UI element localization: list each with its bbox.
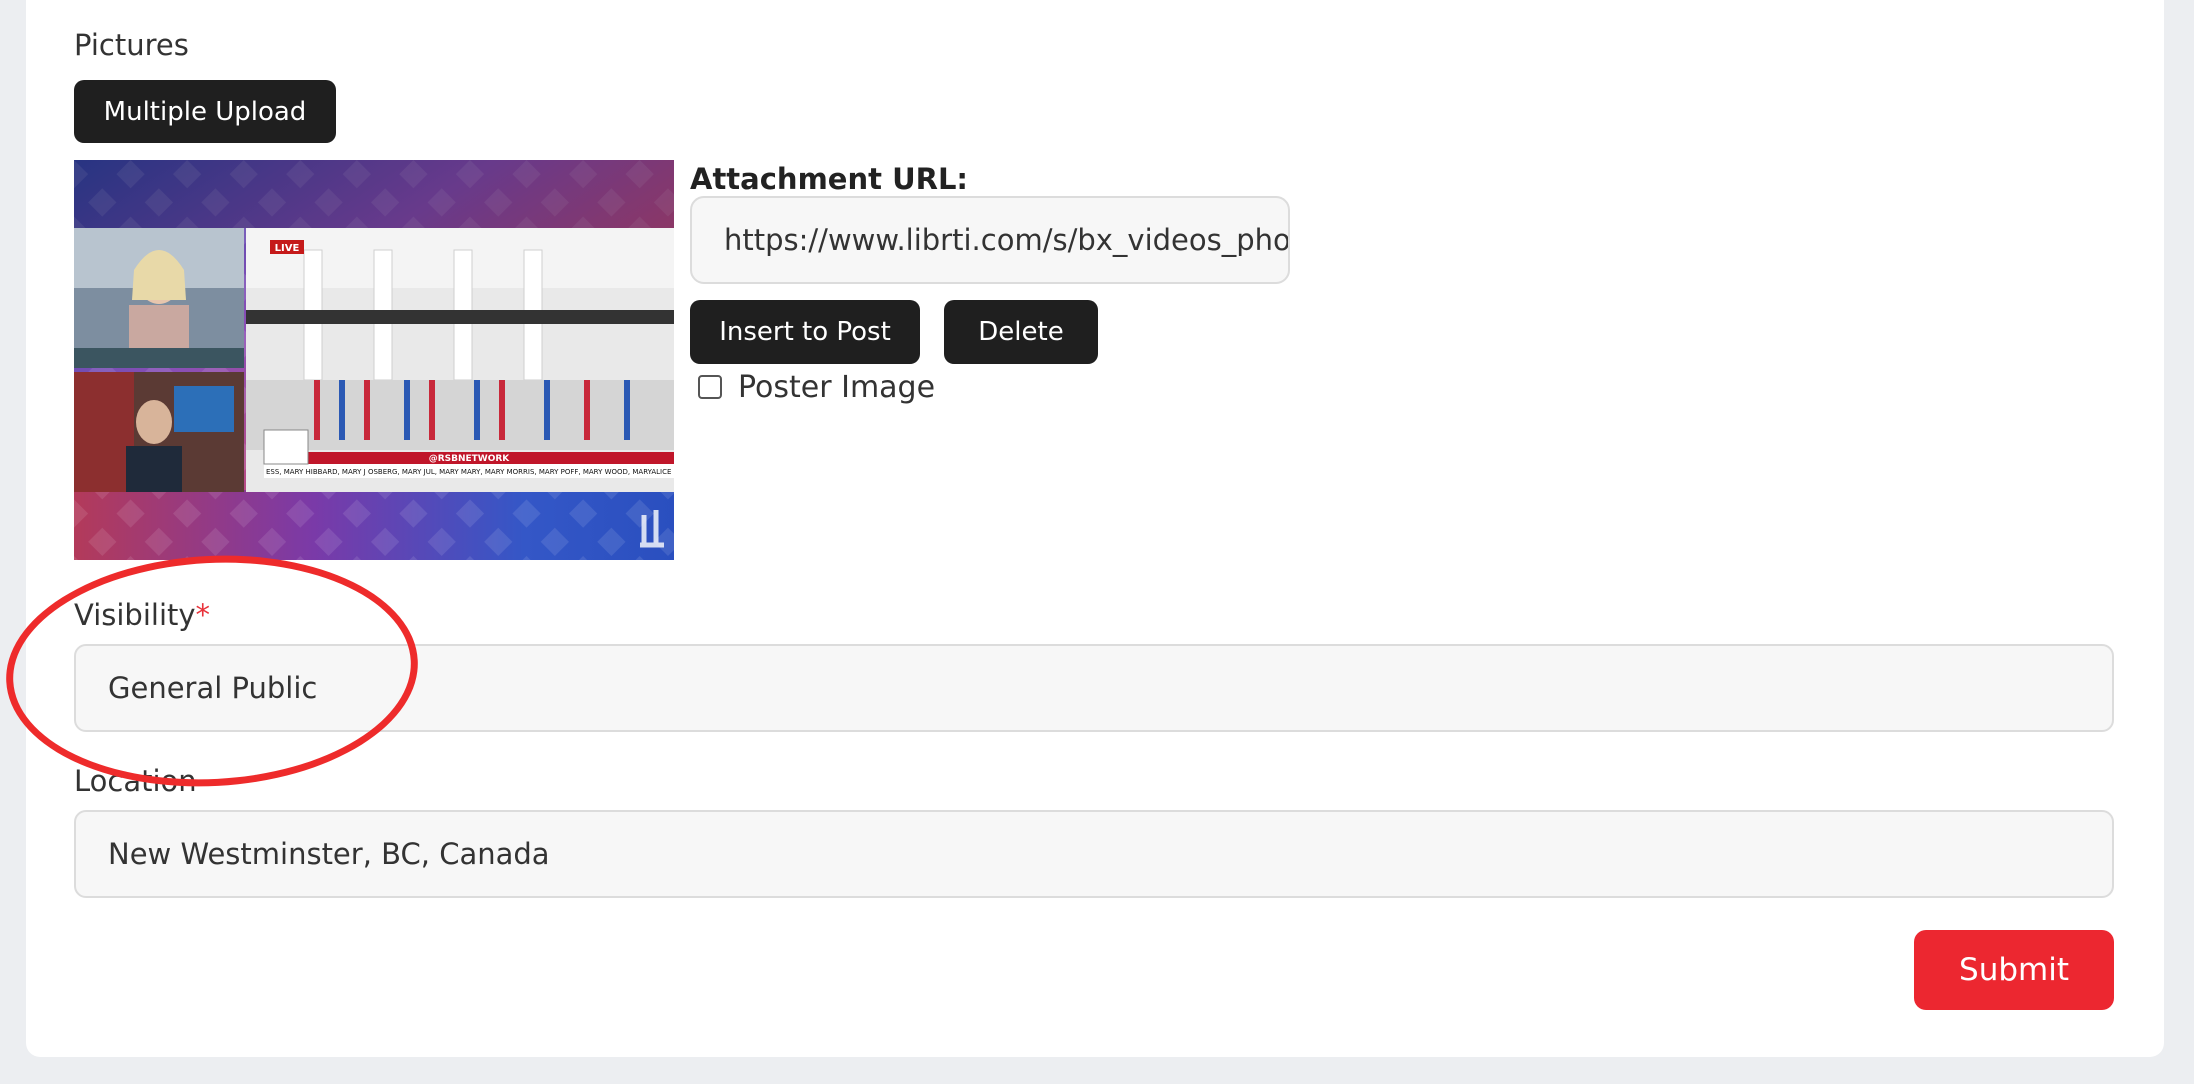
multiple-upload-button[interactable]: Multiple Upload [74,80,336,143]
delete-button[interactable]: Delete [944,300,1098,364]
poster-image-checkbox[interactable] [698,375,722,399]
attachment-url-field[interactable]: https://www.librti.com/s/bx_videos_photo [690,196,1290,284]
required-mark: * [195,598,211,632]
location-field[interactable]: New Westminster, BC, Canada [74,810,2114,898]
submit-button[interactable]: Submit [1914,930,2114,1010]
visibility-label: Visibility* [74,598,210,632]
ticker-text: ESS, MARY HIBBARD, MARY J OSBERG, MARY J… [266,468,671,476]
attachment-thumbnail: LIVE @RSBNETWORK ESS, MARY HIBBARD, MARY… [74,160,674,560]
location-label: Location [74,764,197,798]
visibility-select[interactable]: General Public [74,644,2114,732]
ticker-handle: @RSBNETWORK [429,454,511,464]
thumbnail-image: LIVE @RSBNETWORK ESS, MARY HIBBARD, MARY… [74,160,674,560]
visibility-label-text: Visibility [74,598,196,632]
attachment-url-label: Attachment URL: [690,162,969,196]
poster-image-label: Poster Image [738,370,936,405]
pictures-label: Pictures [74,28,189,62]
live-badge: LIVE [275,243,300,254]
insert-to-post-button[interactable]: Insert to Post [690,300,920,364]
